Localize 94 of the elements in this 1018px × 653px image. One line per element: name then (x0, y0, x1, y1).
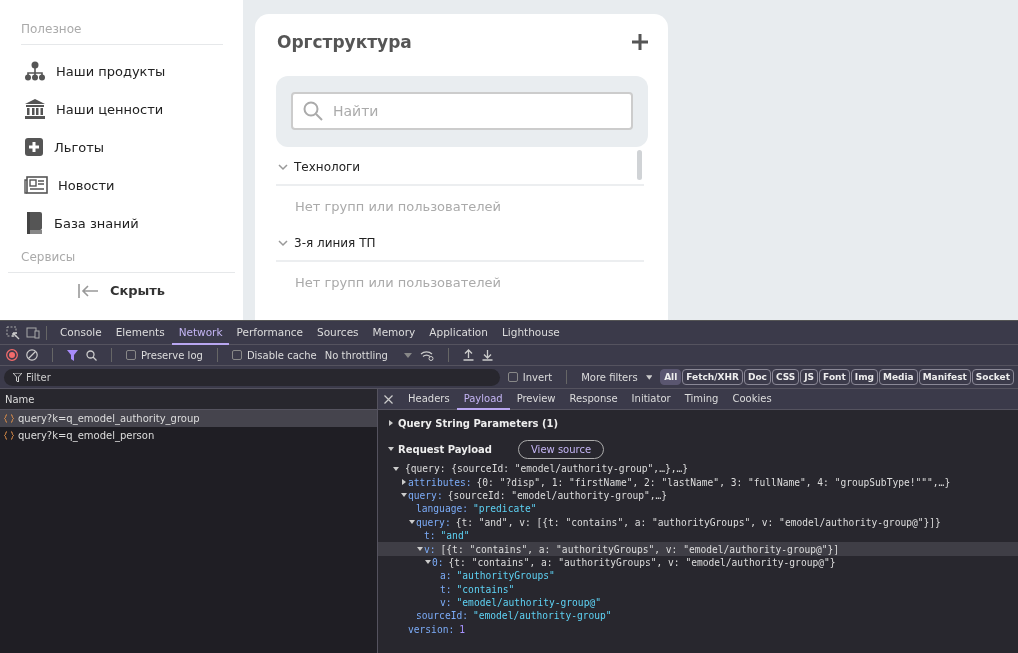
braces-icon (4, 431, 14, 440)
detail-tab[interactable]: Initiator (624, 388, 678, 410)
detail-tab[interactable]: Headers (401, 388, 457, 410)
sidebar-item[interactable]: Новости (0, 166, 243, 204)
network-conditions-icon[interactable] (419, 349, 434, 361)
throttling-select[interactable]: No throttling (324, 349, 388, 361)
payload-tree-row[interactable]: a: "authorityGroups" (378, 569, 1018, 583)
type-filter-chip[interactable]: Fetch/XHR (682, 369, 743, 385)
devtools-tab[interactable]: Console (53, 321, 109, 345)
collapse-arrow-icon (77, 283, 100, 298)
expand-triangle-icon[interactable] (409, 519, 415, 526)
expand-triangle-icon[interactable] (393, 465, 399, 472)
type-filter-chip[interactable]: Font (819, 369, 850, 385)
braces-icon (4, 414, 14, 423)
detail-tab[interactable]: Timing (677, 388, 726, 410)
type-filter-chip[interactable]: JS (800, 369, 819, 385)
payload-tree-row[interactable]: t: "contains" (378, 582, 1018, 596)
payload-tree-row[interactable]: v: "emodel/authority-group@" (378, 595, 1018, 610)
expand-triangle-icon[interactable] (388, 446, 394, 452)
section-title: Сервисы (20, 250, 77, 266)
type-filter-chip[interactable]: Manifest (918, 369, 971, 385)
add-icon[interactable] (632, 34, 648, 50)
invert-checkbox[interactable]: Invert (507, 371, 553, 383)
scrollbar-thumb[interactable] (637, 150, 642, 180)
request-row[interactable]: query?k=q_emodel_person (0, 427, 377, 444)
payload-tree-row[interactable]: sourceId: "emodel/authority-group" (378, 609, 1018, 623)
plus-icon (24, 137, 44, 157)
download-icon[interactable] (481, 349, 493, 361)
detail-tab[interactable]: Response (562, 388, 625, 410)
devtools-tab[interactable]: Memory (365, 321, 423, 345)
record-icon[interactable] (6, 349, 18, 361)
chevron-icon (278, 239, 288, 247)
type-filter-chip[interactable]: All (660, 369, 682, 385)
section-header[interactable]: Request Payload (398, 443, 492, 455)
type-filter-chip[interactable]: Img (850, 369, 878, 385)
type-filter-chip[interactable]: Doc (743, 369, 771, 385)
payload-tree-row[interactable]: version: 1 (378, 622, 1018, 637)
close-icon[interactable] (384, 394, 393, 404)
collapse-button[interactable]: Скрыть (77, 283, 166, 298)
column-header[interactable]: Name (0, 389, 377, 410)
tree-group[interactable]: 3-я линия ТП (276, 226, 644, 262)
sidebar-item[interactable]: Льготы (0, 128, 243, 166)
expand-triangle-icon[interactable] (401, 492, 407, 499)
type-filter-chip[interactable]: Socket (971, 369, 1014, 385)
tree-group[interactable]: Технологи (276, 150, 644, 186)
filter-field[interactable]: Filter (4, 368, 500, 386)
type-filter-chip[interactable]: Media (878, 369, 918, 385)
expand-triangle-icon[interactable] (425, 559, 431, 566)
payload-tree-row[interactable]: query: {t: "and", v: [{t: "contains", a: "authorityGroups", v: "emodel/authority-group@"}]} (378, 515, 1018, 529)
payload-tree-row[interactable]: 0: {t: "contains", a: "authorityGroups", v: "emodel/authority-group@"} (378, 555, 1018, 570)
newspaper-icon (24, 175, 48, 195)
expand-triangle-icon[interactable] (417, 546, 423, 553)
detail-tab[interactable]: Cookies (725, 388, 779, 410)
sidebar-item[interactable]: База знаний (0, 204, 243, 242)
payload-tree-row[interactable]: language: "predicate" (378, 502, 1018, 516)
preserve-log-checkbox[interactable]: Preserve log (126, 349, 203, 361)
payload-tree-row[interactable]: {query: {sourceId: "emodel/authority-group",…},…} (378, 462, 1018, 476)
payload-tree-row[interactable]: t: "and" (378, 528, 1018, 543)
expand-triangle-icon[interactable] (388, 420, 394, 426)
clear-icon[interactable] (26, 349, 38, 361)
more-filters-dropdown[interactable]: More filters (581, 371, 638, 383)
disable-cache-checkbox[interactable]: Disable cache (231, 349, 317, 361)
chevron-icon (278, 163, 288, 171)
inspect-icon[interactable] (6, 325, 20, 340)
payload-tree-row[interactable]: attributes: {0: "?disp", 1: "firstName", 2: "lastName", 3: "fullName", 4: "groupSubType!""",…} (378, 475, 1018, 489)
sidebar-item[interactable]: Наши продукты (0, 52, 243, 90)
sitemap-icon (24, 61, 46, 81)
search-field[interactable]: Найти (291, 92, 633, 130)
book-icon (24, 212, 44, 234)
dropdown-caret-icon[interactable] (645, 374, 653, 380)
devtools-tab[interactable]: Lighthouse (494, 321, 567, 345)
section-title: Полезное (20, 22, 83, 38)
detail-tab[interactable]: Payload (456, 388, 510, 410)
devtools-tab[interactable]: Performance (229, 321, 311, 345)
bank-icon (24, 99, 46, 119)
devtools-tab[interactable]: Sources (310, 321, 366, 345)
type-filter-chip[interactable]: CSS (771, 369, 800, 385)
payload-tree-row[interactable]: query: {sourceId: "emodel/authority-group",…} (378, 488, 1018, 503)
expand-triangle-icon[interactable] (401, 479, 407, 486)
payload-tree-row[interactable]: v: [{t: "contains", a: "authorityGroups", v: "emodel/authority-group@"}] (378, 542, 1018, 556)
empty-message: Нет групп или пользователей (294, 197, 502, 216)
section-header[interactable]: Query String Parameters (1) (398, 417, 559, 429)
device-toolbar-icon[interactable] (26, 326, 40, 339)
dropdown-caret-icon[interactable] (403, 352, 412, 358)
card-title: Оргструктура (277, 32, 412, 52)
upload-icon[interactable] (462, 349, 474, 361)
empty-message: Нет групп или пользователей (294, 273, 502, 292)
sidebar-item[interactable]: Наши ценности (0, 90, 243, 128)
filter-icon[interactable] (67, 349, 78, 361)
devtools-tab[interactable]: Application (422, 321, 495, 345)
search-icon[interactable] (86, 349, 97, 361)
devtools-tab[interactable]: Elements (108, 321, 172, 345)
detail-tab[interactable]: Preview (509, 388, 563, 410)
request-row[interactable]: query?k=q_emodel_authority_group (0, 410, 377, 427)
